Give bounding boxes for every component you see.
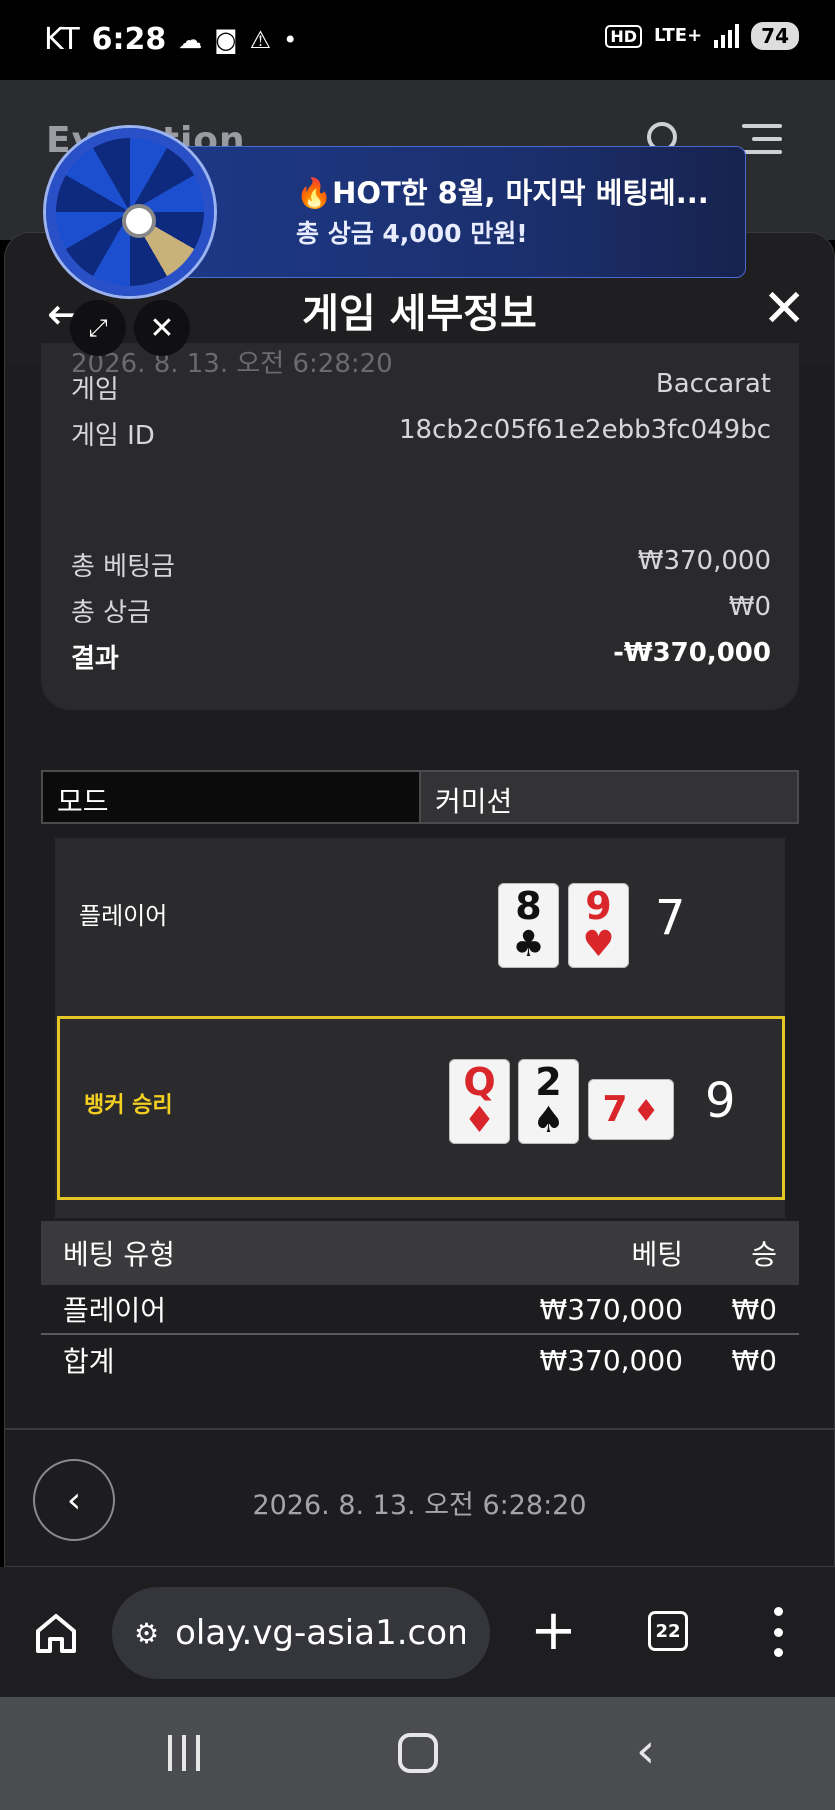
mode-tabs: 모드 커미션 <box>41 770 799 824</box>
diamond-suit-icon: ♦ <box>463 1100 496 1141</box>
bet-type-cell: 플레이어 <box>63 1294 167 1327</box>
game-row: 게임 Baccarat <box>71 369 771 406</box>
total-bet-value: ₩370,000 <box>637 546 771 576</box>
site-settings-icon[interactable]: ⚙ <box>134 1617 159 1650</box>
network-type: LTE+ <box>654 25 703 46</box>
club-suit-icon: ♣ <box>512 924 545 965</box>
result-label: 결과 <box>71 644 119 674</box>
status-right: HD LTE+ 74 <box>605 22 799 50</box>
tab-mode[interactable]: 모드 <box>43 772 421 822</box>
bet-amount-cell: ₩370,000 <box>539 1343 683 1377</box>
game-details-modal: ← 게임 세부정보 ✕ 2026. 8. 13. 오전 6:28:20 게임 B… <box>4 232 835 1567</box>
total-bet-row: 총 베팅금 ₩370,000 <box>71 546 771 583</box>
game-label: 게임 <box>71 375 119 405</box>
card-rank: 8 <box>515 884 542 928</box>
recents-icon[interactable] <box>168 1735 200 1771</box>
bet-table-header: 베팅 유형 베팅 승 <box>41 1221 799 1285</box>
bet-summary-box: 총 베팅금 ₩370,000 총 상금 ₩0 결과 -₩370,000 <box>41 528 799 710</box>
new-tab-icon[interactable]: + <box>530 1603 577 1659</box>
game-id-value: 18cb2c05f61e2ebb3fc049bc <box>399 415 771 445</box>
home-icon[interactable] <box>34 1611 78 1655</box>
card-rank: 2 <box>535 1060 562 1104</box>
game-id-row: 게임 ID 18cb2c05f61e2ebb3fc049bc <box>71 415 771 452</box>
column-header-win: 승 <box>751 1238 777 1271</box>
card-rank: 7 <box>602 1089 628 1130</box>
divider <box>5 1428 834 1430</box>
diamond-suit-icon: ♦ <box>632 1094 660 1129</box>
card-rank: 9 <box>585 884 612 928</box>
total-win-row: 총 상금 ₩0 <box>71 592 771 629</box>
banker-score: 9 <box>705 1073 736 1129</box>
tab-switcher-button[interactable]: 22 <box>648 1611 688 1651</box>
address-bar[interactable]: ⚙ olay.vg-asia1.com <box>112 1587 490 1679</box>
playing-card: 8 ♣ <box>498 883 559 968</box>
clock: 6:28 <box>91 22 167 57</box>
game-id-label: 게임 ID <box>71 421 155 451</box>
win-amount-cell: ₩0 <box>731 1343 778 1377</box>
table-row-total: 합계 ₩370,000 ₩0 <box>41 1335 799 1385</box>
home-button-icon[interactable] <box>398 1733 438 1773</box>
game-info-box: 2026. 8. 13. 오전 6:28:20 게임 Baccarat 게임 I… <box>41 343 799 558</box>
wheel-hub <box>122 204 156 238</box>
screenshot-icon: ◙ <box>214 25 238 54</box>
player-label: 플레이어 <box>79 902 168 930</box>
table-row: 플레이어 ₩370,000 ₩0 <box>41 1285 799 1335</box>
total-bet-label: 총 베팅금 <box>71 552 175 582</box>
result-value: -₩370,000 <box>613 638 771 668</box>
column-header-bet: 베팅 <box>631 1238 683 1271</box>
promo-title: 🔥HOT한 8월, 마지막 베팅레... <box>296 176 709 210</box>
weather-icon: ☁ <box>178 25 203 54</box>
prize-wheel-icon <box>46 128 214 296</box>
bet-type-cell: 합계 <box>63 1345 115 1378</box>
promo-bar[interactable] <box>126 146 746 278</box>
bet-amount-cell: ₩370,000 <box>539 1292 683 1326</box>
game-value: Baccarat <box>655 369 771 399</box>
total-win-label: 총 상금 <box>71 598 152 628</box>
back-icon[interactable]: ‹ <box>636 1727 655 1775</box>
card-rank: Q <box>463 1060 496 1104</box>
carrier-label: KT <box>44 22 80 57</box>
bet-table: 베팅 유형 베팅 승 플레이어 ₩370,000 ₩0 합계 ₩370,000 … <box>41 1221 799 1385</box>
browser-toolbar: ⚙ olay.vg-asia1.com + 22 <box>0 1567 835 1697</box>
hd-voice-icon: HD <box>605 24 642 48</box>
tab-commission[interactable]: 커미션 <box>421 772 797 822</box>
status-left: KT 6:28 ☁ ◙ ⚠ • <box>44 22 297 57</box>
battery-indicator: 74 <box>751 22 799 50</box>
player-hand: 플레이어 8 ♣ 9 ♥ 7 <box>55 838 785 996</box>
banker-hand: 뱅커 승리 Q ♦ 2 ♠ 7 ♦ 9 <box>57 1016 785 1200</box>
warning-icon: ⚠ <box>249 25 272 54</box>
spade-suit-icon: ♠ <box>532 1100 565 1141</box>
round-date: 2026. 8. 13. 오전 6:28:20 <box>252 1490 587 1521</box>
player-score: 7 <box>655 890 686 946</box>
hand-area: 플레이어 8 ♣ 9 ♥ 7 뱅커 승리 Q ♦ 2 ♠ 7 ♦ 9 <box>55 838 785 1218</box>
system-nav-bar: ‹ <box>0 1697 835 1810</box>
total-win-value: ₩0 <box>728 592 771 622</box>
notification-dot-icon: • <box>283 25 298 54</box>
heart-suit-icon: ♥ <box>582 924 615 965</box>
win-amount-cell: ₩0 <box>731 1292 778 1326</box>
url-text: olay.vg-asia1.com <box>175 1613 466 1653</box>
signal-icon <box>714 24 740 48</box>
promo-banner[interactable]: 🔥HOT한 8월, 마지막 베팅레... 총 상금 4,000 만원! <box>46 126 746 296</box>
promo-subtitle: 총 상금 4,000 만원! <box>296 219 528 248</box>
menu-icon[interactable] <box>742 124 782 158</box>
playing-card: Q ♦ <box>449 1059 510 1144</box>
close-icon[interactable]: ✕ <box>762 283 806 335</box>
playing-card: 9 ♥ <box>568 883 629 968</box>
result-row: 결과 -₩370,000 <box>71 638 771 675</box>
banner-close-icon[interactable]: ✕ <box>134 300 190 356</box>
status-bar: KT 6:28 ☁ ◙ ⚠ • HD LTE+ 74 <box>0 0 835 80</box>
expand-icon[interactable]: ⤢ <box>70 300 126 356</box>
banker-win-label: 뱅커 승리 <box>84 1093 173 1118</box>
playing-card-sideways: 7 ♦ <box>588 1079 674 1140</box>
more-options-icon[interactable] <box>770 1607 786 1657</box>
playing-card: 2 ♠ <box>518 1059 579 1144</box>
column-header-bet-type: 베팅 유형 <box>63 1238 175 1271</box>
